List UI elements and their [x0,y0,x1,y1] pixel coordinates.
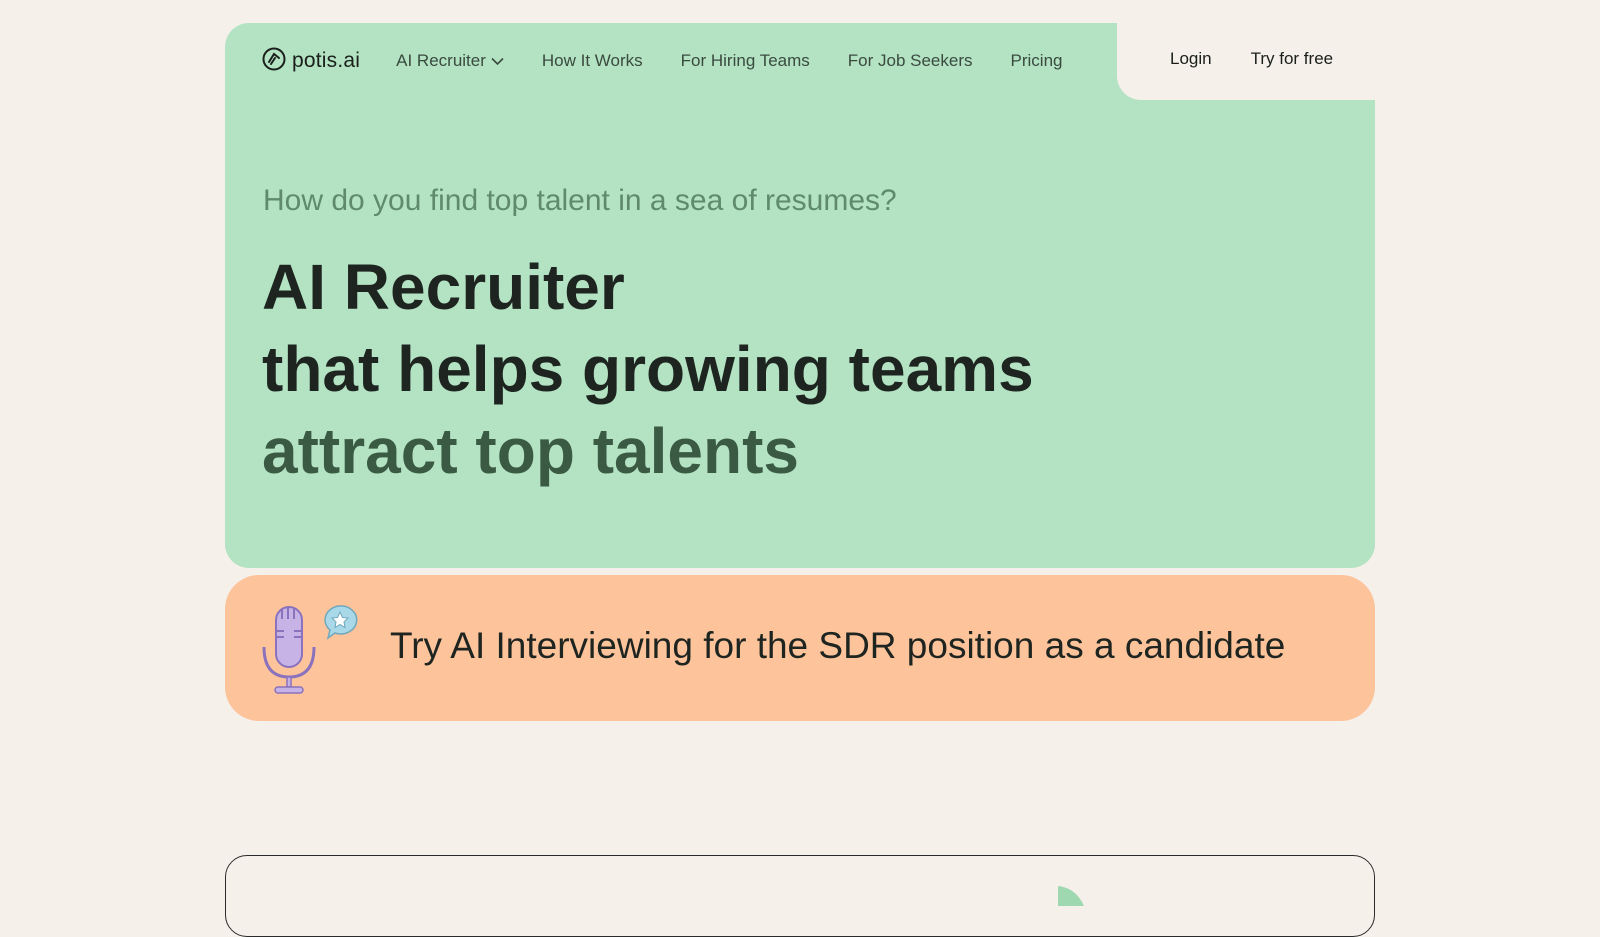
hero-eyebrow: How do you find top talent in a sea of r… [263,184,897,217]
nav-pricing[interactable]: Pricing [1011,51,1063,71]
chevron-down-icon [491,51,504,71]
main-nav: potis.ai AI Recruiter How It Works For H… [262,44,1062,78]
login-link[interactable]: Login [1170,49,1212,69]
nav-how-it-works[interactable]: How It Works [542,51,643,71]
potis-logo-icon [262,47,286,76]
leaf-decoration [1056,886,1086,911]
auth-nav: Login Try for free [1170,49,1333,69]
next-section-card [225,855,1375,937]
brand-name: potis.ai [292,49,361,72]
nav-item-label: AI Recruiter [396,51,486,70]
nav-for-job-seekers[interactable]: For Job Seekers [848,51,973,71]
brand-logo[interactable]: potis.ai [262,47,360,76]
cta-text: Try AI Interviewing for the SDR position… [390,625,1286,666]
nav-for-hiring-teams[interactable]: For Hiring Teams [681,51,810,71]
hero-headline: AI Recruiter that helps growing teams at… [262,246,1034,492]
try-for-free-link[interactable]: Try for free [1251,49,1334,69]
headline-line-3: attract top talents [262,415,799,487]
microphone-icon [262,605,358,694]
nav-ai-recruiter[interactable]: AI Recruiter [396,51,504,71]
ai-interview-cta[interactable]: Try AI Interviewing for the SDR position… [225,575,1375,721]
headline-line-2: that helps growing teams [262,333,1034,405]
headline-line-1: AI Recruiter [262,251,625,323]
cta-illustration [258,605,368,700]
star-speech-bubble-icon [324,605,358,640]
